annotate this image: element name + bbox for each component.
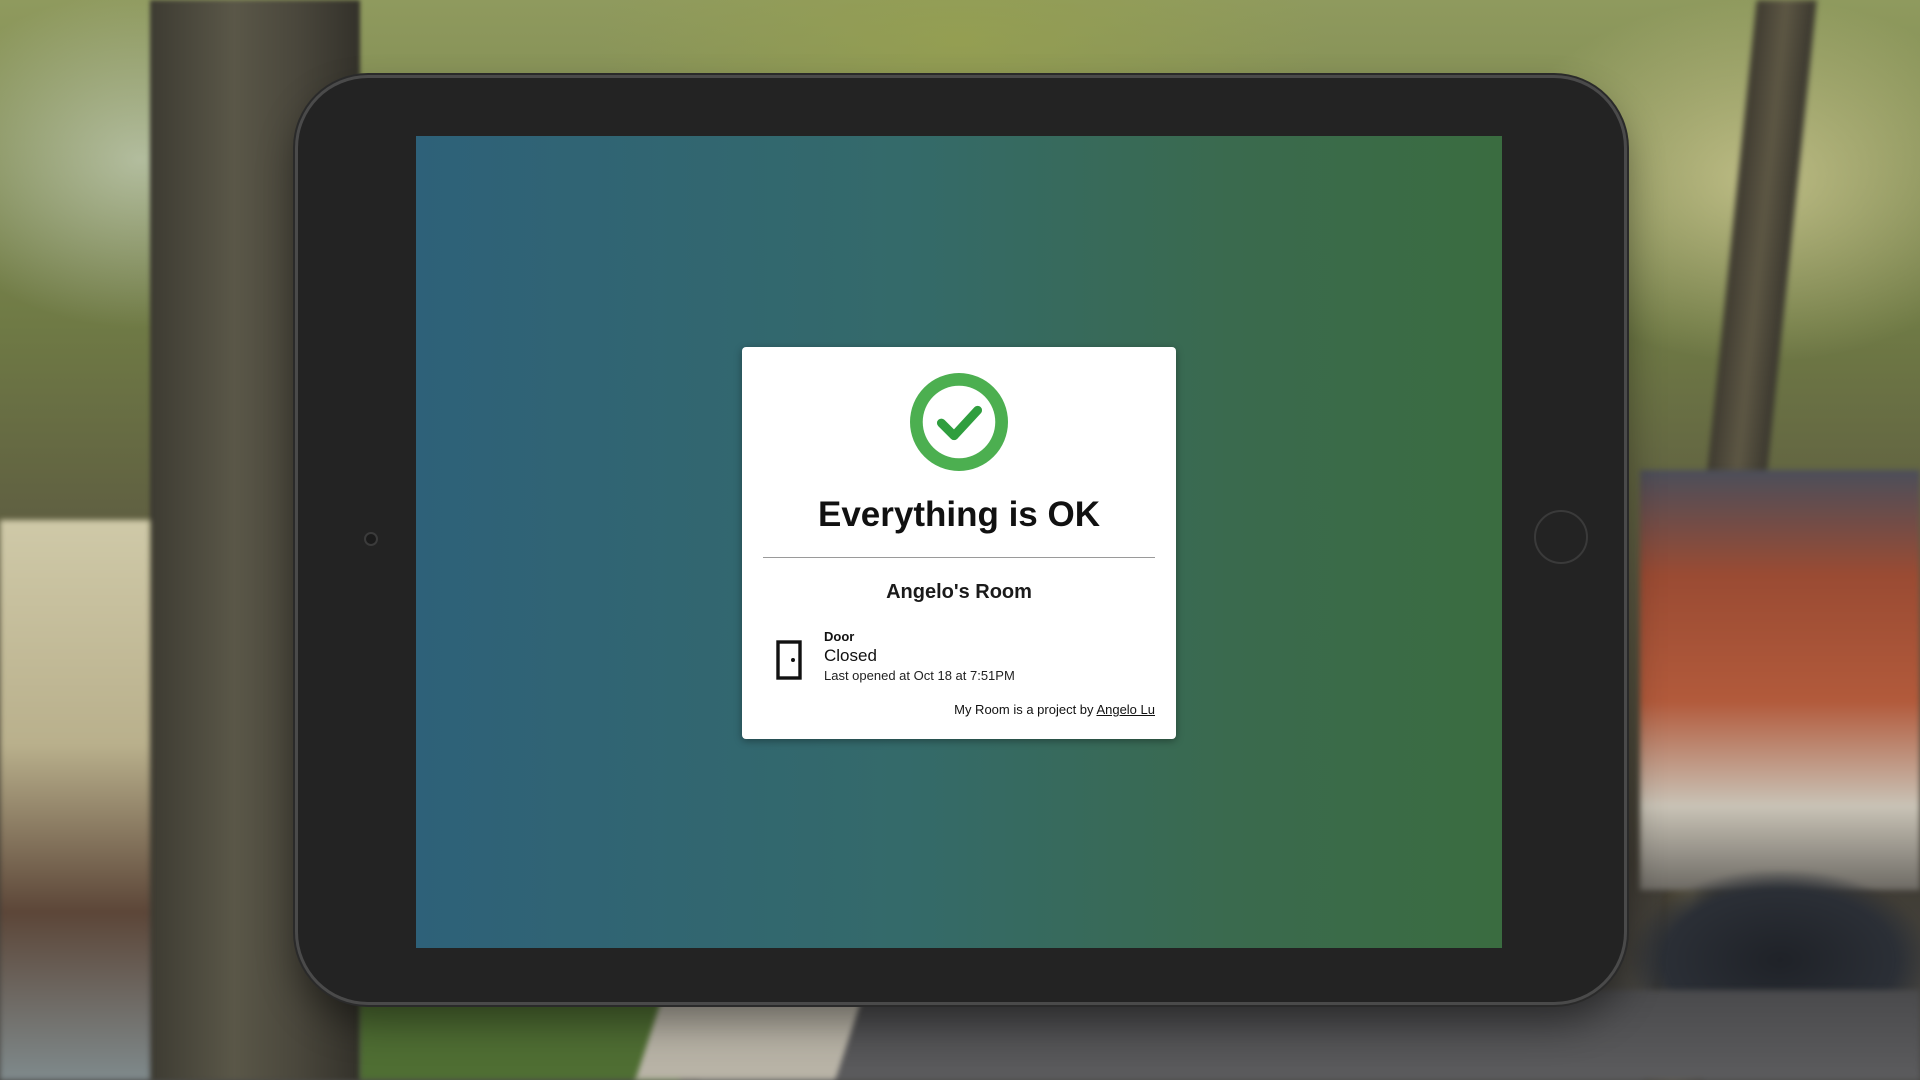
sensor-label: Door <box>824 629 855 644</box>
front-camera <box>364 532 378 546</box>
door-icon <box>776 640 802 680</box>
door-sensor: Door Closed Last opened at Oct 18 at 7:5… <box>774 629 1154 689</box>
divider <box>763 557 1155 558</box>
brick-house <box>1640 470 1920 890</box>
sensor-state: Closed <box>824 646 877 665</box>
check-circle-icon <box>910 373 1008 471</box>
author-link[interactable]: Angelo Lu <box>1096 702 1155 717</box>
lawn <box>360 1000 680 1080</box>
status-title: Everything is OK <box>817 495 1101 534</box>
status-card: Everything is OK Angelo's Room Door Clos… <box>742 347 1176 739</box>
street <box>700 990 1920 1080</box>
house-porch <box>0 520 150 1080</box>
home-button[interactable] <box>1534 510 1588 564</box>
tablet-screen: Everything is OK Angelo's Room Door Clos… <box>416 136 1502 948</box>
sensor-info: Door Closed Last opened at Oct 18 at 7:5… <box>824 629 1015 685</box>
tablet-device: Everything is OK Angelo's Room Door Clos… <box>298 78 1624 1002</box>
credit-text: My Room is a project by <box>954 702 1097 717</box>
sidewalk <box>635 990 865 1080</box>
credit-line: My Room is a project by Angelo Lu <box>954 702 1155 717</box>
last-opened-time: Last opened at Oct 18 at 7:51PM <box>824 668 1015 683</box>
room-name: Angelo's Room <box>886 581 1032 603</box>
